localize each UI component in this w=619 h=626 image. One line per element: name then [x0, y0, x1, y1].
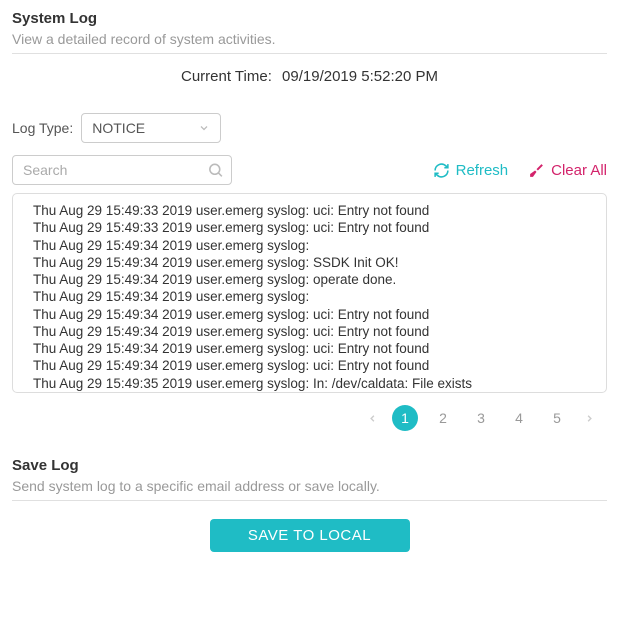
page-1[interactable]: 1 — [392, 405, 418, 431]
log-line: Thu Aug 29 15:49:34 2019 user.emerg sysl… — [33, 340, 602, 357]
log-line: Thu Aug 29 15:49:34 2019 user.emerg sysl… — [33, 306, 602, 323]
search-wrap — [12, 155, 232, 185]
page-prev[interactable] — [363, 413, 382, 424]
log-line: Thu Aug 29 15:49:34 2019 user.emerg sysl… — [33, 254, 602, 271]
page-5[interactable]: 5 — [544, 405, 570, 431]
divider — [12, 500, 607, 501]
log-line: Thu Aug 29 15:49:35 2019 user.emerg sysl… — [33, 375, 602, 392]
pagination: 12345 — [12, 405, 607, 431]
current-time-value: 09/19/2019 5:52:20 PM — [282, 68, 438, 85]
current-time-label: Current Time: — [181, 68, 272, 85]
log-output[interactable]: Thu Aug 29 15:49:33 2019 user.emerg sysl… — [12, 193, 607, 393]
system-log-desc: View a detailed record of system activit… — [12, 31, 607, 47]
current-time: Current Time: 09/19/2019 5:52:20 PM — [12, 68, 607, 85]
save-to-local-button[interactable]: SAVE TO LOCAL — [210, 519, 410, 552]
page-3[interactable]: 3 — [468, 405, 494, 431]
system-log-title: System Log — [12, 10, 607, 27]
log-type-row: Log Type: NOTICE — [12, 113, 607, 143]
save-log-desc: Send system log to a specific email addr… — [12, 478, 607, 494]
page-4[interactable]: 4 — [506, 405, 532, 431]
log-line: Thu Aug 29 15:49:34 2019 user.emerg sysl… — [33, 237, 602, 254]
log-line: Thu Aug 29 15:49:34 2019 user.emerg sysl… — [33, 288, 602, 305]
log-line: Thu Aug 29 15:49:33 2019 user.emerg sysl… — [33, 219, 602, 236]
page-2[interactable]: 2 — [430, 405, 456, 431]
toolbar: Refresh Clear All — [12, 155, 607, 185]
broom-icon — [528, 162, 545, 179]
clear-all-button[interactable]: Clear All — [528, 162, 607, 179]
refresh-button[interactable]: Refresh — [433, 162, 509, 179]
refresh-icon — [433, 162, 450, 179]
divider — [12, 53, 607, 54]
actions: Refresh Clear All — [433, 162, 607, 179]
log-line: Thu Aug 29 15:49:34 2019 user.emerg sysl… — [33, 323, 602, 340]
page-next[interactable] — [580, 413, 599, 424]
chevron-down-icon — [198, 122, 210, 134]
log-type-label: Log Type: — [12, 120, 73, 136]
save-log-title: Save Log — [12, 457, 607, 474]
log-line: Thu Aug 29 15:49:33 2019 user.emerg sysl… — [33, 202, 602, 219]
log-line: Thu Aug 29 15:49:34 2019 user.emerg sysl… — [33, 271, 602, 288]
search-icon — [207, 162, 224, 179]
log-type-selected: NOTICE — [92, 120, 145, 136]
clear-all-label: Clear All — [551, 162, 607, 179]
log-type-select[interactable]: NOTICE — [81, 113, 221, 143]
log-line: Thu Aug 29 15:49:34 2019 user.emerg sysl… — [33, 357, 602, 374]
search-input[interactable] — [12, 155, 232, 185]
refresh-label: Refresh — [456, 162, 509, 179]
